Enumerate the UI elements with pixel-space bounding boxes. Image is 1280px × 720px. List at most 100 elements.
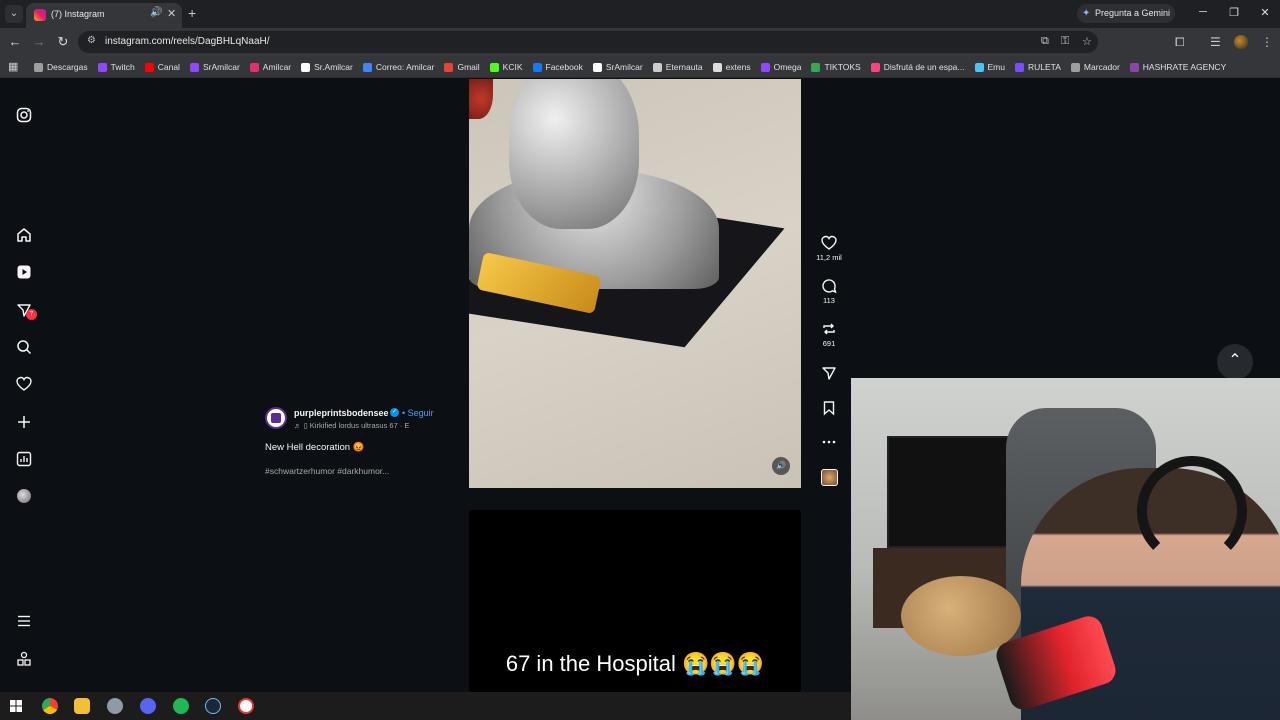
bookmark-star-icon[interactable]: ☆: [1082, 35, 1092, 48]
search-icon[interactable]: [14, 337, 34, 357]
site-info-icon[interactable]: ⚙: [87, 35, 96, 46]
bookmark-item[interactable]: Emu: [974, 62, 1005, 72]
reel-caption: New Hell decoration 😡: [265, 442, 365, 453]
extensions-icon[interactable]: ⧠: [1175, 35, 1185, 50]
app-icon[interactable]: [107, 698, 123, 714]
bookmark-item[interactable]: Correo: Amilcar: [362, 62, 434, 72]
comment-button[interactable]: 113: [812, 278, 846, 305]
bookmark-label: Disfrutá de un espa...: [883, 62, 965, 72]
bookmark-label: extens: [725, 62, 751, 72]
bookmark-favicon-icon: [301, 62, 311, 72]
minimize-icon[interactable]: ─: [1193, 6, 1213, 18]
discord-icon[interactable]: [140, 698, 156, 714]
install-app-icon[interactable]: ⧉: [1041, 35, 1049, 48]
next-reel-video[interactable]: 67 in the Hospital 😭😭😭: [469, 510, 801, 692]
red-figure-image: [469, 79, 493, 119]
reel-video[interactable]: 🔊: [469, 79, 801, 488]
spotify-icon[interactable]: [173, 698, 189, 714]
repost-icon: [823, 323, 835, 335]
windows-start-icon[interactable]: [8, 698, 24, 714]
kebab-menu-icon[interactable]: ⋮: [1261, 35, 1273, 49]
dashboard-icon[interactable]: [14, 449, 34, 469]
apps-grid-icon[interactable]: ▦: [8, 60, 18, 73]
profile-avatar[interactable]: [1234, 35, 1248, 49]
bookmark-item[interactable]: Canal: [144, 62, 180, 72]
chrome-icon[interactable]: [42, 698, 58, 714]
bust-head-image: [509, 79, 639, 229]
gemini-button[interactable]: ✦ Pregunta a Gemini: [1077, 4, 1175, 23]
bookmark-item[interactable]: Omega: [760, 62, 801, 72]
bookmark-label: HASHRATE AGENCY: [1142, 62, 1227, 72]
bookmark-item[interactable]: TIKTOKS: [811, 62, 861, 72]
forward-arrow-icon[interactable]: →: [31, 35, 47, 49]
bookmark-item[interactable]: extens: [712, 62, 751, 72]
bookmark-item[interactable]: Twitch: [97, 62, 135, 72]
bookmark-item[interactable]: KCIK: [489, 62, 523, 72]
bookmark-favicon-icon: [652, 62, 662, 72]
instagram-logo-icon[interactable]: [14, 105, 34, 125]
like-count: 11,2 mil: [816, 253, 842, 262]
bookmark-favicon-icon: [489, 62, 499, 72]
create-plus-icon[interactable]: [14, 412, 34, 432]
file-explorer-icon[interactable]: [74, 698, 90, 714]
like-button[interactable]: 11,2 mil: [812, 235, 846, 262]
reading-list-icon[interactable]: ☰: [1210, 35, 1221, 49]
bookmark-item[interactable]: Eternauta: [652, 62, 703, 72]
share-button[interactable]: [812, 365, 846, 381]
address-toolbar: ← → ↻ ⚙ instagram.com/reels/DagBHLqNaaH/…: [0, 28, 1280, 56]
more-options-button[interactable]: [812, 434, 846, 450]
also-from-meta-icon[interactable]: [14, 649, 34, 669]
bookmark-item[interactable]: Facebook: [532, 62, 583, 72]
close-window-icon[interactable]: ✕: [1255, 6, 1275, 19]
bookmark-favicon-icon: [362, 62, 372, 72]
bookmark-favicon-icon: [712, 62, 722, 72]
bookmark-item[interactable]: HASHRATE AGENCY: [1129, 62, 1227, 72]
steam-icon[interactable]: [205, 698, 221, 714]
heart-icon[interactable]: [14, 374, 34, 394]
bookmark-item[interactable]: Descargas: [34, 62, 88, 72]
home-icon[interactable]: [14, 225, 34, 245]
audio-thumbnail[interactable]: [821, 469, 838, 486]
heart-icon: [821, 235, 837, 250]
audio-link[interactable]: ♬ ▯ Kirkified lordus ultrasus 67 · E: [294, 421, 409, 430]
author-avatar[interactable]: [265, 407, 287, 429]
omnibox[interactable]: ⚙ instagram.com/reels/DagBHLqNaaH/ ⧉ ⚿ ☆: [78, 31, 1098, 53]
follow-button[interactable]: • Seguir: [402, 408, 434, 418]
author-name[interactable]: purpleprintsbodensee: [294, 408, 389, 418]
speaker-icon[interactable]: 🔊: [150, 7, 162, 18]
repost-button[interactable]: 691: [812, 321, 846, 348]
tab-search-button[interactable]: ⌄: [5, 5, 23, 23]
bookmark-label: TIKTOKS: [824, 62, 861, 72]
obs-icon[interactable]: [238, 698, 254, 714]
close-tab-icon[interactable]: ✕: [167, 7, 176, 20]
bookmark-item[interactable]: RULETA: [1014, 62, 1061, 72]
volume-icon[interactable]: 🔊: [772, 457, 790, 475]
tab-instagram[interactable]: (7) Instagram 🔊 ✕: [26, 3, 182, 28]
back-arrow-icon[interactable]: ←: [7, 35, 23, 49]
bookmark-label: Facebook: [545, 62, 583, 72]
url-text[interactable]: instagram.com/reels/DagBHLqNaaH/: [105, 36, 270, 47]
bookmark-favicon-icon: [592, 62, 602, 72]
bookmark-item[interactable]: Marcador: [1070, 62, 1120, 72]
profile-avatar-icon[interactable]: [17, 489, 31, 503]
hamburger-menu-icon[interactable]: [14, 611, 34, 631]
bookmark-item[interactable]: Amilcar: [249, 62, 291, 72]
restore-icon[interactable]: ❐: [1224, 6, 1244, 19]
reels-icon[interactable]: [14, 262, 34, 282]
bookmark-item[interactable]: Sr.Amilcar: [301, 62, 353, 72]
previous-reel-chevron-up-icon[interactable]: ⌃: [1217, 344, 1253, 380]
tab-title: (7) Instagram: [51, 9, 105, 19]
bookmark-label: RULETA: [1027, 62, 1061, 72]
gemini-label: Pregunta a Gemini: [1095, 8, 1171, 18]
bookmark-item[interactable]: SrAmilcar: [189, 62, 240, 72]
reel-hashtags[interactable]: #schwartzerhumor #darkhumor...: [265, 466, 389, 476]
new-tab-button[interactable]: +: [188, 5, 196, 21]
notification-badge: 7: [26, 309, 37, 320]
password-key-icon[interactable]: ⚿: [1061, 35, 1069, 48]
bookmark-favicon-icon: [870, 62, 880, 72]
bookmark-item[interactable]: Gmail: [444, 62, 480, 72]
save-button[interactable]: [812, 400, 846, 416]
bookmark-item[interactable]: Disfrutá de un espa...: [870, 62, 965, 72]
bookmark-item[interactable]: SrAmilcar: [592, 62, 643, 72]
reload-icon[interactable]: ↻: [55, 35, 71, 49]
